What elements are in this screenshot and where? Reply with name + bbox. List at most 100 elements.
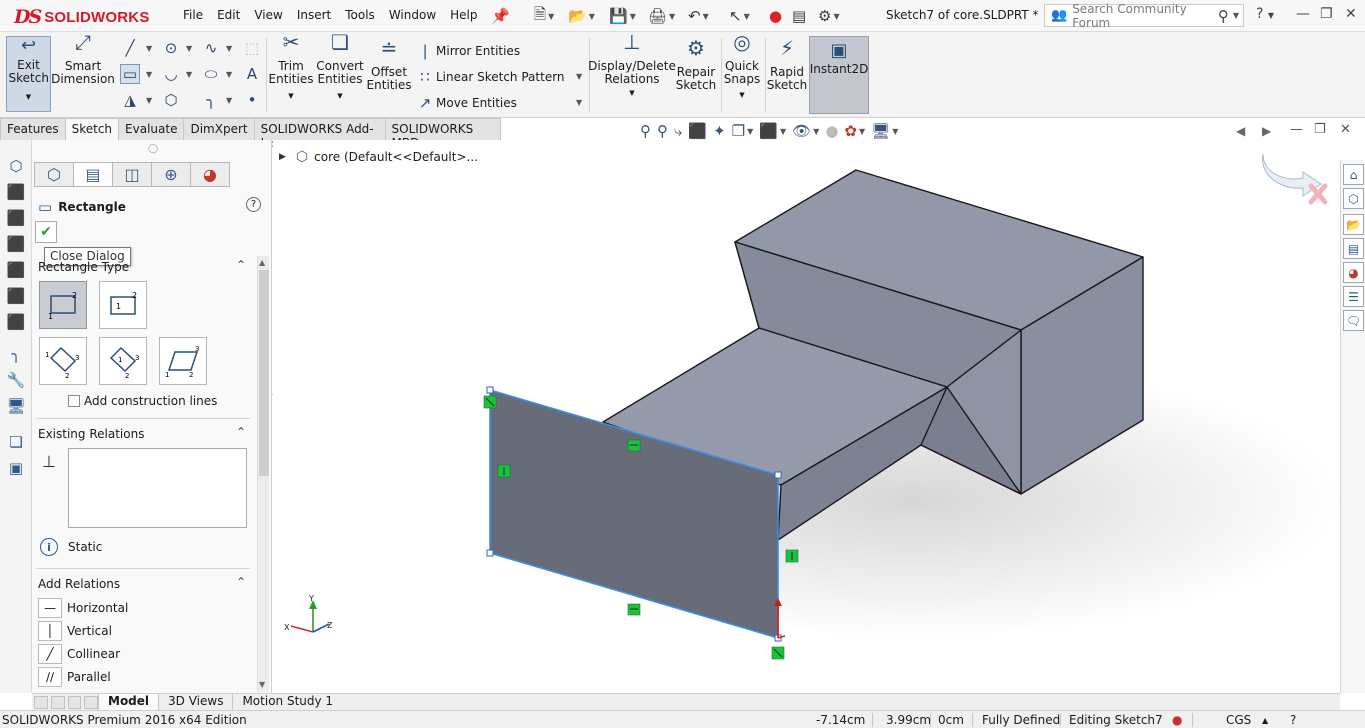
view-triad[interactable]: Y X Z <box>284 594 333 633</box>
resources-icon[interactable]: ⬡ <box>1343 188 1364 209</box>
display-icon[interactable]: 🖥 <box>6 396 26 416</box>
property-manager-tab-icon[interactable]: ▤ <box>73 162 113 187</box>
custom-properties-icon[interactable]: ☰ <box>1343 286 1364 307</box>
instant2d-button[interactable]: ▣ Instant2D <box>809 36 869 114</box>
trim-entities-button[interactable]: ✂ Trim Entities ▼ <box>269 32 314 103</box>
graphics-area[interactable]: ▶ ⬡ core (Default<<Default>... Y X Z <box>273 140 1340 693</box>
slot-icon[interactable]: ◮ <box>120 90 140 110</box>
menu-edit[interactable]: Edit <box>210 8 247 22</box>
unit-dropdown-icon[interactable]: ▲ <box>1262 716 1268 725</box>
display-style-icon[interactable]: ⬛ <box>759 122 778 140</box>
ellipse-icon[interactable]: ⬭ <box>201 64 221 84</box>
add-construction-lines-checkbox[interactable]: Add construction lines <box>68 394 217 408</box>
rebuild-traffic-light-icon[interactable]: ● <box>769 6 782 26</box>
collapse-existing-relations-icon[interactable]: ⌃ <box>236 425 246 439</box>
cut-icon[interactable]: ⬛ <box>6 286 26 306</box>
tab-3d-views[interactable]: 3D Views <box>158 694 232 710</box>
display-delete-relations-button[interactable]: ⊥ Display/Delete Relations ▼ <box>588 32 676 100</box>
spline-icon[interactable]: ∿ <box>201 38 221 58</box>
model-viewport[interactable]: Y X Z <box>273 140 1340 693</box>
undo-icon[interactable]: ↶ ▼ <box>688 6 709 26</box>
tab-sketch[interactable]: Sketch <box>64 118 120 140</box>
point-icon[interactable]: • <box>242 90 262 110</box>
view-settings-icon[interactable]: 🖥 <box>871 122 890 140</box>
collapse-left-icon[interactable]: ◀ <box>1236 124 1245 138</box>
pin-icon[interactable]: 📌 <box>491 6 510 26</box>
mirror-entities-button[interactable]: ❘ Mirror Entities <box>414 42 520 60</box>
move-dropdown-icon[interactable]: ▼ <box>576 98 582 107</box>
minimize-icon[interactable]: — <box>1296 6 1310 22</box>
previous-view-icon[interactable]: ⤷ <box>674 122 682 140</box>
zoom-to-fit-icon[interactable]: ⚲ <box>640 122 651 140</box>
center-rectangle-option[interactable]: 12 <box>99 281 147 329</box>
options-gear-icon[interactable]: ⚙ ▼ <box>818 6 840 26</box>
tab-dimxpert[interactable]: DimXpert <box>183 118 255 140</box>
viewport-close-icon[interactable]: ✕ <box>1340 122 1351 137</box>
home-icon[interactable]: ⌂ <box>1343 164 1364 185</box>
appearances-icon[interactable]: ◕ <box>1343 262 1364 283</box>
tab-motion-study-1[interactable]: Motion Study 1 <box>232 694 342 710</box>
apply-scene-icon[interactable]: ✿ <box>844 122 857 140</box>
forum-icon[interactable]: 🗨 <box>1343 310 1364 331</box>
exit-sketch-button[interactable]: ↩ Exit Sketch ▼ <box>6 36 51 112</box>
section-view-icon[interactable]: ⬛ <box>688 122 707 140</box>
tab-solidworks-mbd[interactable]: SOLIDWORKS MBD <box>384 118 501 150</box>
collinear-relation-button[interactable]: ╱ Collinear <box>38 644 120 664</box>
save-icon[interactable]: 💾 ▼ <box>609 6 636 26</box>
sketch-vertex-3[interactable] <box>486 549 494 557</box>
parallel-relation-button[interactable]: ∕∕ Parallel <box>38 667 111 687</box>
help-icon[interactable]: ? ▼ <box>1256 6 1274 22</box>
instant3d-icon[interactable]: ▣ <box>6 458 26 478</box>
menu-insert[interactable]: Insert <box>290 8 338 22</box>
unit-system-selector[interactable]: CGS <box>1226 713 1251 727</box>
dynamic-annotation-icon[interactable]: ✦ <box>713 122 726 140</box>
revolve-icon[interactable]: ⬛ <box>6 208 26 228</box>
confirmation-corner[interactable] <box>1262 153 1328 205</box>
sketch-icon[interactable]: ╮ <box>6 344 26 364</box>
cancel-sketch-corner-icon[interactable] <box>1308 183 1328 205</box>
fillet-feature-icon[interactable]: ⬛ <box>6 312 26 332</box>
quick-snaps-button[interactable]: ◎ Quick Snaps ▼ <box>723 32 761 102</box>
loft-icon[interactable]: ⬛ <box>6 260 26 280</box>
collapse-rectangle-type-icon[interactable]: ⌃ <box>236 258 246 272</box>
horizontal-relation-button[interactable]: — Horizontal <box>38 598 128 618</box>
viewport-minimize-icon[interactable]: — <box>1290 122 1303 137</box>
search-input[interactable]: Search Community Forum <box>1072 2 1218 30</box>
vertical-relation-button[interactable]: │ Vertical <box>38 621 112 641</box>
rectangle-icon[interactable]: ▭ <box>120 64 140 84</box>
rebuild-status-icon[interactable]: ● <box>1172 713 1182 727</box>
collapse-add-relations-icon[interactable]: ⌃ <box>236 575 246 589</box>
existing-relations-list[interactable] <box>68 448 247 528</box>
tab-solidworks-add-ins[interactable]: SOLIDWORKS Add-Ins <box>253 118 386 150</box>
zoom-to-area-icon[interactable]: ⚲ <box>657 122 668 140</box>
open-folder-icon[interactable]: 📂 ▼ <box>568 6 595 26</box>
tab-model[interactable]: Model <box>98 694 159 710</box>
file-explorer-icon[interactable]: ▤ <box>1343 238 1364 259</box>
3-point-corner-rectangle-option[interactable]: 1 3 2 <box>39 337 87 385</box>
expand-right-icon[interactable]: ▶ <box>1262 124 1271 138</box>
scroll-thumb[interactable] <box>259 270 269 476</box>
sketch-vertex-1[interactable] <box>486 386 494 394</box>
move-entities-button[interactable]: ↗ Move Entities <box>414 94 517 112</box>
arc-icon[interactable]: ◡ <box>161 64 181 84</box>
new-document-icon[interactable]: 🗎 ▼ <box>534 5 554 26</box>
sweep-icon[interactable]: ⬛ <box>6 234 26 254</box>
corner-rectangle-option[interactable]: 21 <box>39 281 87 329</box>
ok-check-button[interactable]: ✔ <box>35 221 57 243</box>
repair-sketch-button[interactable]: ⚙ Repair Sketch <box>676 38 716 92</box>
menu-help[interactable]: Help <box>443 8 484 22</box>
configuration-manager-tab-icon[interactable]: ◫ <box>112 162 152 187</box>
tab-scroll-arrows[interactable] <box>32 694 98 710</box>
viewport-restore-icon[interactable]: ❐ <box>1314 122 1326 137</box>
menu-window[interactable]: Window <box>382 8 443 22</box>
hide-show-items-icon[interactable]: 👁 <box>792 122 811 140</box>
dimxpert-manager-tab-icon[interactable]: ⊕ <box>151 162 191 187</box>
print-icon[interactable]: 🖨 ▼ <box>648 6 675 26</box>
parallelogram-option[interactable]: 3 1 2 <box>159 337 207 385</box>
plane-icon[interactable]: ⬚ <box>242 38 262 58</box>
text-icon[interactable]: A <box>242 64 262 84</box>
pm-scrollbar[interactable]: ▲ ▼ <box>257 256 269 692</box>
rapid-sketch-button[interactable]: ⚡ Rapid Sketch <box>767 38 807 92</box>
select-cursor-icon[interactable]: ↖ ▼ <box>729 6 750 26</box>
search-icon[interactable]: ⚲ <box>1218 7 1233 25</box>
